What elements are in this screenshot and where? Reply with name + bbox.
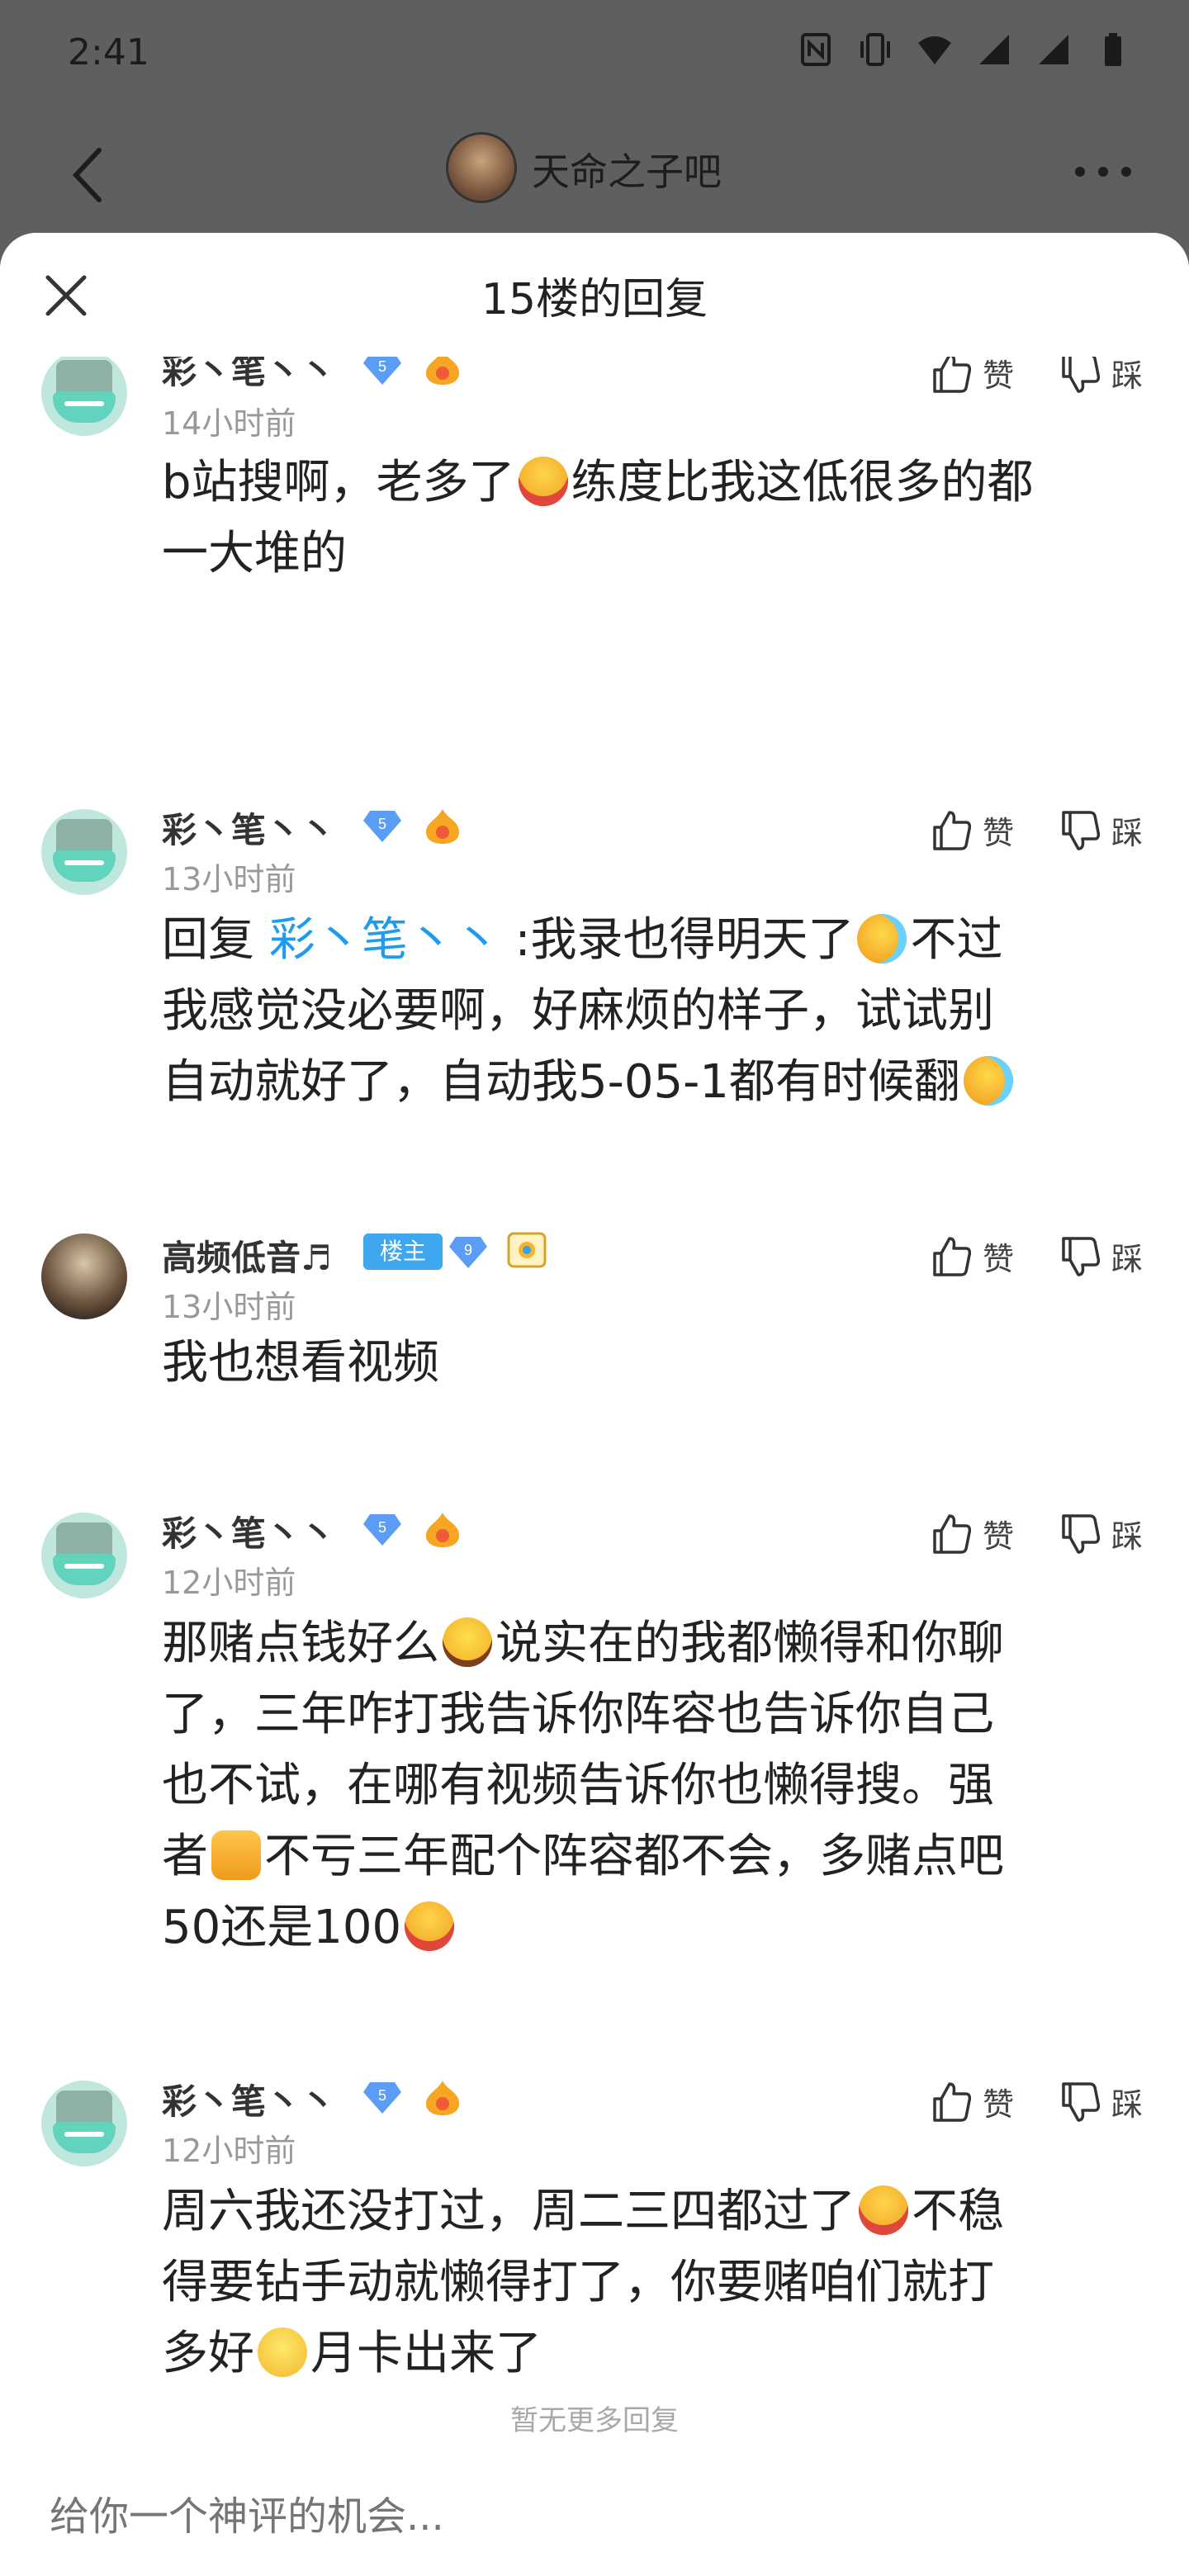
level-diamond-icon: 5 [363, 811, 401, 842]
like-label: 赞 [983, 358, 1015, 394]
fire-badge-icon [426, 1513, 459, 1547]
level-diamond-icon: 5 [363, 2082, 401, 2114]
username[interactable]: 彩丶笔丶丶 [162, 2074, 335, 2124]
dislike-label: 踩 [1111, 358, 1144, 394]
thumbs-up-emoji-icon [211, 1830, 261, 1880]
yum-emoji-icon [518, 457, 568, 506]
sheet-header: 15楼的回复 [0, 233, 1189, 357]
post-time: 12小时前 [162, 1565, 296, 1601]
reply-content[interactable]: 周六我还没打过，周二三四都过了 不稳 得要钻手动就懒得打了，你要赌咱们就打 多好月… [162, 2176, 1153, 2389]
status-time: 2:41 [68, 31, 149, 73]
thumbs-down-icon [1062, 1236, 1100, 1276]
mention-link[interactable]: 彩丶笔丶丶 [269, 913, 500, 967]
forum-nav-bar: 天命之子吧 [0, 107, 1189, 231]
svg-text:5: 5 [378, 358, 386, 375]
battery-icon [1105, 33, 1121, 66]
fire-badge-icon [426, 809, 459, 844]
thumbs-up-icon [933, 1513, 971, 1554]
username[interactable]: 高频低音♬ [162, 1230, 332, 1281]
like-button[interactable]: 赞 [931, 2079, 1014, 2124]
level-diamond-icon: 5 [363, 353, 401, 385]
username[interactable]: 彩丶笔丶丶 [162, 803, 335, 853]
more-options-icon[interactable] [1075, 167, 1131, 177]
post-time: 14小时前 [162, 405, 296, 442]
yum-emoji-icon [405, 1901, 455, 1951]
replies-sheet: 15楼的回复 彩丶笔丶丶 5 14小时前 赞 踩 b站搜啊，老多了 练度比我这低很… [0, 233, 1189, 2576]
laughing-emoji-icon [443, 1617, 492, 1667]
like-label: 赞 [983, 1241, 1015, 1277]
status-icons [798, 31, 1131, 68]
thumbs-down-icon [1062, 810, 1100, 850]
thumbs-up-icon [933, 353, 971, 393]
wifi-icon [918, 36, 951, 64]
dislike-button[interactable]: 踩 [1060, 807, 1143, 853]
svg-text:9: 9 [464, 1242, 472, 1258]
dislike-button[interactable]: 踩 [1060, 350, 1143, 395]
forum-title[interactable]: 天命之子吧 [532, 142, 722, 197]
fire-badge-icon [426, 2081, 459, 2115]
thumbs-up-icon [933, 2081, 971, 2122]
thumbs-down-icon [1062, 353, 1100, 393]
avatar[interactable] [41, 809, 127, 895]
like-button[interactable]: 赞 [931, 1511, 1014, 1556]
level-diamond-icon: 5 [363, 1514, 401, 1546]
reply-content[interactable]: 我也想看视频 [162, 1328, 1153, 1399]
yum-emoji-icon [859, 2185, 908, 2235]
avatar[interactable] [41, 2081, 127, 2166]
thumbs-down-icon [1062, 2081, 1100, 2122]
smile-emoji-icon [258, 2327, 307, 2377]
dislike-label: 踩 [1111, 1241, 1144, 1277]
like-label: 赞 [983, 1518, 1015, 1555]
comment-input[interactable] [50, 2493, 1123, 2540]
thumbs-up-icon [933, 1236, 971, 1276]
avatar[interactable] [41, 350, 127, 436]
like-label: 赞 [983, 2086, 1015, 2123]
like-button[interactable]: 赞 [931, 807, 1014, 853]
crying-emoji-icon [857, 914, 907, 964]
dislike-button[interactable]: 踩 [1060, 2079, 1143, 2124]
dislike-label: 踩 [1111, 1518, 1144, 1555]
back-arrow-icon[interactable] [63, 142, 112, 208]
no-more-replies-text: 暂无更多回复 [510, 2404, 679, 2437]
signal-1-icon [979, 35, 1009, 64]
dislike-label: 踩 [1111, 815, 1144, 851]
post-time: 13小时前 [162, 1289, 296, 1325]
post-time: 13小时前 [162, 861, 296, 897]
crying-emoji-icon [963, 1056, 1013, 1106]
thumbs-down-icon [1062, 1513, 1100, 1554]
forum-avatar[interactable] [446, 132, 517, 203]
dislike-button[interactable]: 踩 [1060, 1234, 1143, 1279]
like-button[interactable]: 赞 [931, 350, 1014, 395]
username[interactable]: 彩丶笔丶丶 [162, 1506, 335, 1556]
avatar[interactable] [41, 1513, 127, 1598]
like-button[interactable]: 赞 [931, 1234, 1014, 1279]
host-badge: 楼主 [363, 1234, 443, 1270]
nfc-icon [801, 33, 831, 66]
like-label: 赞 [983, 815, 1015, 851]
level-diamond-icon: 9 [449, 1237, 487, 1268]
sun-badge-icon [507, 1232, 547, 1268]
dislike-label: 踩 [1111, 2086, 1144, 2123]
avatar[interactable] [41, 1234, 127, 1319]
thumbs-up-icon [933, 810, 971, 850]
comment-input-bar [0, 2487, 1189, 2576]
vibrate-icon [860, 33, 890, 66]
dislike-button[interactable]: 踩 [1060, 1511, 1143, 1556]
svg-text:5: 5 [378, 816, 386, 832]
sheet-title: 15楼的回复 [481, 275, 708, 324]
reply-content[interactable]: b站搜啊，老多了 练度比我这低很多的都 一大堆的 [162, 447, 1153, 590]
status-bar: 2:41 [0, 0, 1189, 107]
post-time: 12小时前 [162, 2133, 296, 2169]
svg-text:5: 5 [378, 2087, 386, 2104]
svg-text:5: 5 [378, 1519, 386, 1536]
reply-content[interactable]: 回复 彩丶笔丶丶 :我录也得明天了 不过 我感觉没必要啊，好麻烦的样子，试试别 自… [162, 905, 1153, 1118]
reply-content[interactable]: 那赌点钱好么 说实在的我都懒得和你聊 了，三年咋打我告诉你阵容也告诉你自己 也不试… [162, 1608, 1153, 1963]
signal-2-icon [1039, 35, 1068, 64]
